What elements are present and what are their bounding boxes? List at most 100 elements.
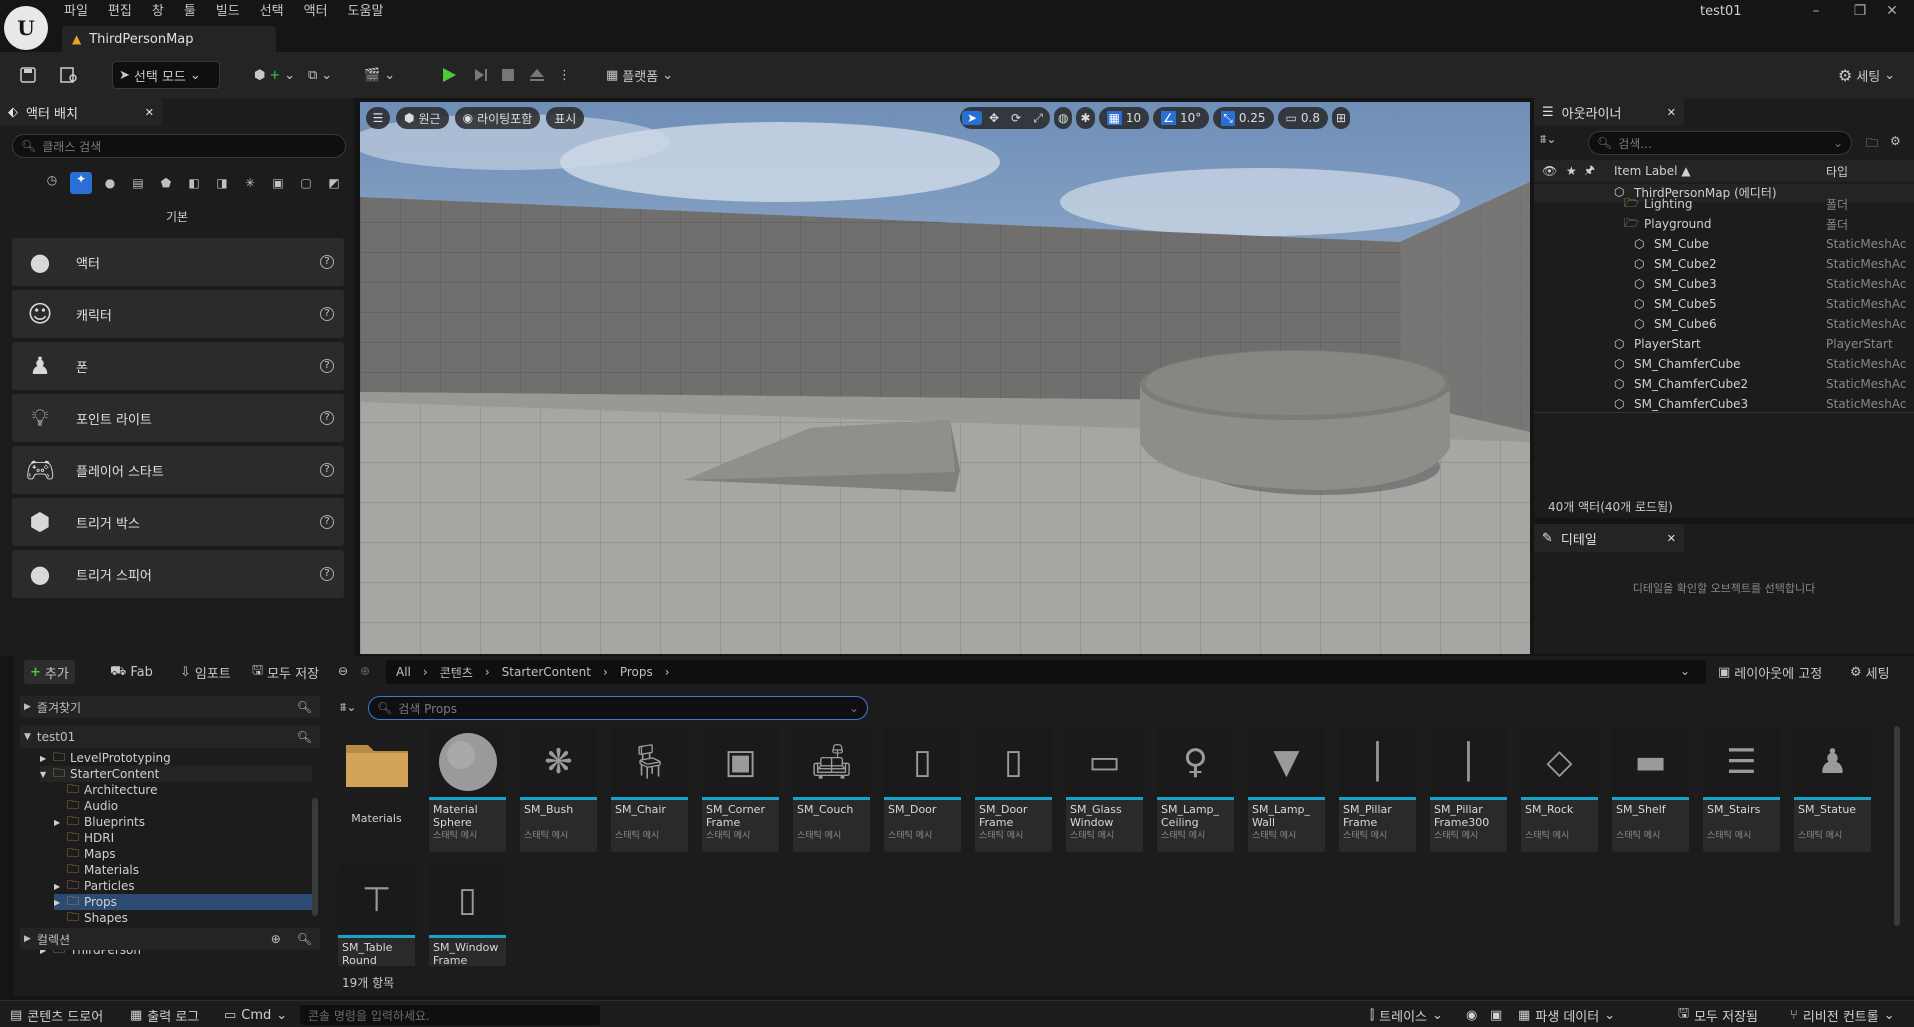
- filter-icon[interactable]: ⩩⌄: [1540, 132, 1556, 147]
- close-window-button[interactable]: ✕: [1870, 0, 1914, 22]
- stop-button[interactable]: [494, 61, 522, 89]
- chevron-down-icon[interactable]: ⌄: [1680, 664, 1690, 678]
- eject-button[interactable]: [522, 61, 552, 89]
- rotation-snap-button[interactable]: ∠ 10°: [1153, 107, 1210, 129]
- grid-snap-button[interactable]: ▦ 10: [1098, 107, 1150, 129]
- cinematics-button[interactable]: 🎬 ⌄: [358, 61, 401, 89]
- actor-item[interactable]: 🎮︎ 플레이어 스타트?: [12, 446, 344, 494]
- pin-column-icon[interactable]: ★: [1566, 164, 1577, 178]
- type-column[interactable]: 타입: [1826, 163, 1848, 180]
- media-category-icon[interactable]: ◩: [324, 176, 344, 190]
- help-icon[interactable]: ?: [320, 307, 334, 321]
- asset-tile[interactable]: │ SM_Pillar Frame 스태틱 메시: [1339, 726, 1416, 852]
- save-icon[interactable]: [14, 61, 42, 89]
- search-icon[interactable]: 🔍︎: [297, 700, 312, 714]
- blueprint-button[interactable]: ⧉ ⌄: [302, 61, 338, 89]
- outliner-row[interactable]: ⬡ SM_Cube5 StaticMeshActor: [1534, 294, 1914, 314]
- menu-item[interactable]: 액터: [294, 2, 338, 22]
- show-button[interactable]: 표시: [546, 107, 585, 129]
- select-tool-icon[interactable]: ➤: [962, 111, 982, 125]
- asset-tile[interactable]: ▯ SM_Door Frame 스태틱 메시: [975, 726, 1052, 852]
- forward-icon[interactable]: ⊕: [360, 664, 370, 678]
- expander-icon[interactable]: ▼: [40, 770, 48, 779]
- outliner-search-input[interactable]: 🔍︎ 검색... ⌄: [1588, 131, 1852, 155]
- asset-tile[interactable]: ▣ SM_Corner Frame 스태틱 메시: [702, 726, 779, 852]
- asset-tile[interactable]: 🛋︎ SM_Couch 스태틱 메시: [793, 726, 870, 852]
- help-icon[interactable]: ?: [320, 463, 334, 477]
- content-drawer-button[interactable]: ▤ 콘텐츠 드로어: [10, 1005, 103, 1025]
- browse-icon[interactable]: [54, 61, 84, 89]
- tab-document[interactable]: ▲ ThirdPersonMap: [62, 26, 276, 52]
- folder-tree-item[interactable]: ▼ 🗀 StarterContent: [40, 766, 312, 782]
- menu-item[interactable]: 도움말: [338, 2, 394, 22]
- geometry-category-icon[interactable]: ◧: [184, 176, 204, 190]
- outliner-row[interactable]: ⬡ SM_ChamferCube2 StaticMeshActor: [1534, 374, 1914, 394]
- asset-tile[interactable]: ❋ SM_Bush 스태틱 메시: [520, 726, 597, 852]
- asset-tile[interactable]: ☰ SM_Stairs 스태틱 메시: [1703, 726, 1780, 852]
- folder-tree-item[interactable]: 🗀 Shapes: [54, 910, 312, 926]
- breadcrumb-item[interactable]: StarterContent: [502, 665, 591, 679]
- expander-icon[interactable]: ▶: [40, 754, 48, 763]
- asset-tile[interactable]: Material Sphere 스태틱 메시: [429, 726, 506, 852]
- lock-column-icon[interactable]: 🖈: [1584, 161, 1595, 182]
- viewport-menu-icon[interactable]: ☰: [366, 107, 390, 129]
- unreal-logo-icon[interactable]: U: [4, 6, 48, 50]
- menu-item[interactable]: 툴: [174, 2, 206, 22]
- camera-speed-button[interactable]: ▭ 0.8: [1277, 107, 1328, 129]
- folder-tree-item[interactable]: ▶ 🗀 Particles: [54, 878, 312, 894]
- menu-item[interactable]: 선택: [250, 2, 294, 22]
- help-icon[interactable]: ?: [320, 359, 334, 373]
- more-options-icon[interactable]: ⋮: [552, 61, 577, 89]
- layout-icon[interactable]: ⊞: [1331, 107, 1351, 129]
- asset-tile[interactable]: ▼ SM_Lamp_ Wall 스태틱 메시: [1248, 726, 1325, 852]
- volumes-category-icon[interactable]: ◨: [212, 176, 232, 190]
- all-classes-category-icon[interactable]: ✳: [240, 176, 260, 190]
- breadcrumb-item[interactable]: 콘텐츠: [440, 664, 473, 681]
- class-search-input[interactable]: 🔍︎ 클래스 검색: [12, 134, 346, 158]
- asset-tile[interactable]: │ SM_Pillar Frame300 스태틱 메시: [1430, 726, 1507, 852]
- asset-tile[interactable]: ♀ SM_Lamp_ Ceiling 스태틱 메시: [1157, 726, 1234, 852]
- item-label-column[interactable]: Item Label ▲: [1614, 164, 1691, 178]
- cinematic-category-icon[interactable]: ▤: [128, 176, 148, 190]
- actor-item[interactable]: ● 액터?: [12, 238, 344, 286]
- actor-item[interactable]: ⬢ 트리거 박스?: [12, 498, 344, 546]
- outliner-row[interactable]: ⬡ SM_Cube6 StaticMeshActor: [1534, 314, 1914, 334]
- import-button[interactable]: ⇩ 임포트: [174, 660, 237, 684]
- folder-tree-item[interactable]: ▶ 🗀 Props: [54, 894, 312, 910]
- actor-item[interactable]: ● 트리거 스피어?: [12, 550, 344, 598]
- outliner-row[interactable]: 🗁 Playground 폴더: [1534, 214, 1914, 234]
- asset-tile[interactable]: ◇ SM_Rock 스태틱 메시: [1521, 726, 1598, 852]
- selection-mode-dropdown[interactable]: ➤ 선택 모드 ⌄: [112, 61, 220, 89]
- outliner-row[interactable]: ⬡ SM_Cube2 StaticMeshActor: [1534, 254, 1914, 274]
- outliner-row[interactable]: ⬡ SM_Cube3 StaticMeshActor: [1534, 274, 1914, 294]
- actor-item[interactable]: ☺ 캐릭터?: [12, 290, 344, 338]
- asset-tile[interactable]: ▬ SM_Shelf 스태틱 메시: [1612, 726, 1689, 852]
- world-space-icon[interactable]: ◍: [1054, 107, 1073, 129]
- breadcrumb-item[interactable]: All: [396, 665, 411, 679]
- add-collection-icon[interactable]: ⊕: [271, 932, 281, 946]
- cmd-dropdown[interactable]: ▭ Cmd ⌄: [224, 1005, 287, 1025]
- expander-icon[interactable]: ▶: [54, 898, 62, 907]
- visual-effects-category-icon[interactable]: ⬟: [156, 176, 176, 190]
- new-folder-icon[interactable]: 🗀: [1866, 134, 1878, 155]
- recent-icon[interactable]: ◷: [42, 173, 62, 193]
- asset-tile[interactable]: ▭ SM_Glass Window 스태틱 메시: [1066, 726, 1143, 852]
- level-viewport[interactable]: ☰ ⬢ 원근 ◉ 라이팅포함 표시 ➤ ✥ ⟳ ⤢ ◍ ✱ ▦ 10 ∠ 10° ⤡ 0.…: [360, 102, 1530, 654]
- derived-data-dropdown[interactable]: ▦ 파생 데이터 ⌄: [1518, 1005, 1615, 1025]
- visibility-column-icon[interactable]: 👁: [1542, 164, 1557, 178]
- content-settings-button[interactable]: ⚙ 세팅: [1844, 660, 1896, 684]
- step-button[interactable]: [466, 61, 496, 89]
- back-icon[interactable]: ⊖: [338, 664, 348, 678]
- outliner-row[interactable]: ⬡ SM_ChamferCube3 StaticMeshActor: [1534, 394, 1914, 412]
- asset-tile[interactable]: 🪑︎ SM_Chair 스태틱 메시: [611, 726, 688, 852]
- folder-tree-item[interactable]: 🗀 Audio: [54, 798, 312, 814]
- help-icon[interactable]: ?: [320, 567, 334, 581]
- outliner-row[interactable]: 🗁 Lighting 폴더: [1534, 194, 1914, 214]
- outliner-row[interactable]: ⬡ SM_Cube StaticMeshActor: [1534, 234, 1914, 254]
- surface-snap-icon[interactable]: ✱: [1076, 107, 1095, 129]
- tab-place-actors[interactable]: ⬖ 액터 배치 ✕: [0, 98, 162, 126]
- trace-dropdown[interactable]: ⫿ 트레이스 ⌄: [1370, 1005, 1443, 1025]
- scale-tool-icon[interactable]: ⤢: [1028, 111, 1048, 126]
- lock-layout-button[interactable]: ▣ 레이아웃에 고정: [1712, 660, 1828, 684]
- folder-tree-item[interactable]: 🗀 Materials: [54, 862, 312, 878]
